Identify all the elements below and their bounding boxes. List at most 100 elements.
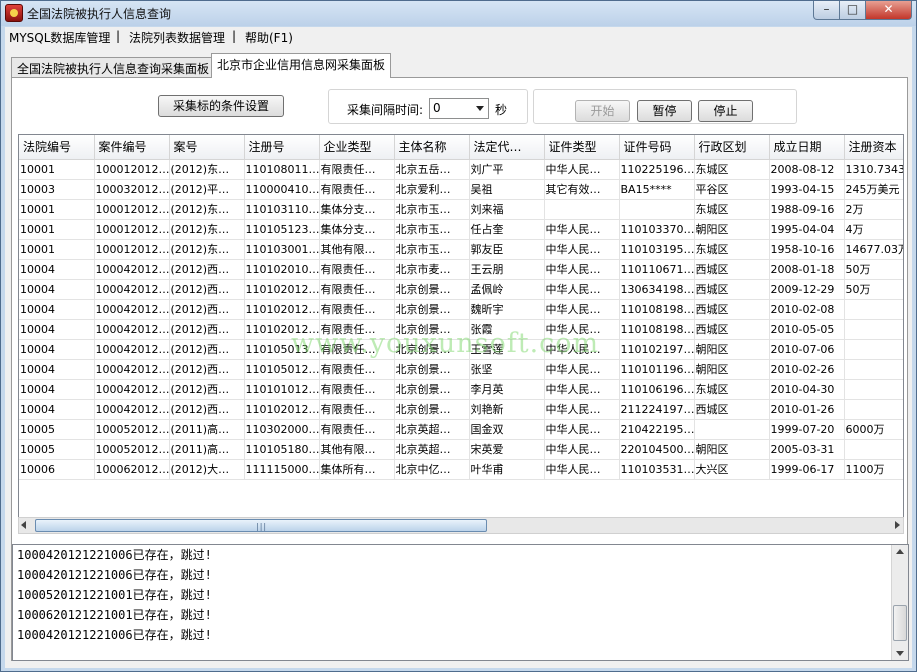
table-cell: 魏昕宇: [469, 299, 545, 320]
column-header[interactable]: 企业类型: [319, 135, 395, 160]
table-cell: 有限责任…: [319, 379, 395, 400]
table-cell: 张坚: [469, 359, 545, 380]
data-grid[interactable]: 法院编号 案件编号 案号 注册号 企业类型 主体名称 法定代… 证件类型 证件号码 行政区划 成立日…: [18, 134, 904, 525]
menu-help[interactable]: 帮助(F1): [245, 29, 293, 46]
table-row[interactable]: 10001 100012012… (2012)东… 110103110… 集体分支… 北京…: [19, 199, 903, 220]
table-cell: 任占奎: [469, 219, 545, 240]
table-row[interactable]: 10004 100042012… (2012)西… 110102012… 有限责任… 北京…: [19, 399, 903, 420]
scroll-down-icon[interactable]: [896, 651, 904, 656]
table-cell: 中华人民…: [544, 239, 620, 260]
table-cell: (2012)西…: [169, 299, 245, 320]
column-header[interactable]: 行政区划: [694, 135, 770, 160]
minimize-button[interactable]: –: [813, 1, 840, 20]
header-row: 法院编号 案件编号 案号 注册号 企业类型 主体名称 法定代… 证件类型 证件号码 行政区划 成立日…: [19, 135, 903, 160]
table-cell: 100052012…: [94, 439, 170, 460]
column-header[interactable]: 法定代…: [469, 135, 545, 160]
table-cell: 110108198…: [619, 319, 695, 340]
table-cell: 孟佩岭: [469, 279, 545, 300]
column-header[interactable]: 法院编号: [19, 135, 95, 160]
table-cell: 10006: [19, 459, 95, 480]
table-cell: (2012)西…: [169, 339, 245, 360]
table-cell: 110103531…: [619, 459, 695, 480]
pause-button[interactable]: 暂停: [637, 100, 692, 122]
log-output[interactable]: 1000420121221006已存在，跳过! 1000420121221006已…: [12, 544, 909, 661]
table-row[interactable]: 10004 100042012… (2012)西… 110102012… 有限责任… 北京…: [19, 279, 903, 300]
table-row[interactable]: 10004 100042012… (2012)西… 110102010… 有限责任… 北京…: [19, 259, 903, 280]
table-cell: 刘广平: [469, 159, 545, 180]
table-cell: 110108198…: [619, 299, 695, 320]
table-cell: 西城区: [694, 259, 770, 280]
column-header[interactable]: 注册号: [244, 135, 320, 160]
log-lines: 1000420121221006已存在，跳过! 1000420121221006已…: [13, 545, 908, 645]
table-row[interactable]: 10005 100052012… (2011)高… 110105180… 其他有限… 北京…: [19, 439, 903, 460]
table-row[interactable]: 10001 100012012… (2012)东… 110105123… 集体分支… 北京…: [19, 219, 903, 240]
table-cell: 张霞: [469, 319, 545, 340]
table-cell: 有限责任…: [319, 399, 395, 420]
table-cell: 110106196…: [619, 379, 695, 400]
vertical-scroll-thumb[interactable]: [893, 605, 907, 641]
stop-button[interactable]: 停止: [698, 100, 753, 122]
table-cell: 1988-09-16: [769, 199, 845, 220]
menu-mysql[interactable]: MYSQL数据库管理: [9, 29, 110, 46]
table-cell: 其他有限…: [319, 239, 395, 260]
column-header[interactable]: 证件类型: [544, 135, 620, 160]
table-cell: 中华人民…: [544, 439, 620, 460]
scroll-left-icon[interactable]: [21, 521, 26, 529]
column-header[interactable]: 主体名称: [394, 135, 470, 160]
interval-label: 采集间隔时间:: [347, 103, 424, 117]
scroll-up-icon[interactable]: [896, 549, 904, 554]
table-cell: [844, 439, 903, 460]
table-cell: (2012)西…: [169, 359, 245, 380]
table-cell: [844, 299, 903, 320]
menu-court-list[interactable]: 法院列表数据管理: [129, 29, 225, 46]
column-header[interactable]: 注册资本: [844, 135, 903, 160]
horizontal-scroll-thumb[interactable]: |||: [35, 519, 487, 532]
table-cell: 110103370…: [619, 219, 695, 240]
table-cell: 110102012…: [244, 399, 320, 420]
table-cell: [844, 399, 903, 420]
scroll-right-icon[interactable]: [895, 521, 900, 529]
table-cell: (2012)东…: [169, 199, 245, 220]
horizontal-scrollbar[interactable]: |||: [18, 517, 904, 534]
table-row[interactable]: 10004 100042012… (2012)西… 110102012… 有限责任… 北京…: [19, 299, 903, 320]
column-header[interactable]: 成立日期: [769, 135, 845, 160]
vertical-scrollbar[interactable]: [891, 545, 908, 660]
table-cell: 有限责任…: [319, 259, 395, 280]
table-cell: 110102010…: [244, 259, 320, 280]
title-bar[interactable]: 全国法院被执行人信息查询 – □ ✕: [1, 1, 916, 26]
maximize-button[interactable]: □: [839, 1, 866, 20]
table-row[interactable]: 10003 100032012… (2012)平… 110000410… 有限责任… 北京…: [19, 179, 903, 200]
table-cell: 中华人民…: [544, 259, 620, 280]
table-cell: 东城区: [694, 239, 770, 260]
table-row[interactable]: 10001 100012012… (2012)东… 110108011… 有限责任… 北京…: [19, 159, 903, 180]
table-row[interactable]: 10004 100042012… (2012)西… 110105012… 有限责任… 北京…: [19, 359, 903, 380]
table-cell: 中华人民…: [544, 379, 620, 400]
tab-beijing-credit[interactable]: 北京市企业信用信息网采集面板: [211, 53, 392, 78]
table-cell: 50万: [844, 279, 903, 300]
table-row[interactable]: 10005 100052012… (2011)高… 110302000… 有限责任… 北京…: [19, 419, 903, 440]
column-header[interactable]: 案件编号: [94, 135, 170, 160]
conditions-button[interactable]: 采集标的条件设置: [158, 95, 284, 117]
tab-national-court[interactable]: 全国法院被执行人信息查询采集面板: [11, 57, 216, 77]
table-cell: 中华人民…: [544, 359, 620, 380]
table-cell: 10003: [19, 179, 95, 200]
column-header[interactable]: 案号: [169, 135, 245, 160]
table-row[interactable]: 10004 100042012… (2012)西… 110101012… 有限责任… 北京…: [19, 379, 903, 400]
table-cell: 平谷区: [694, 179, 770, 200]
table-cell: 东城区: [694, 379, 770, 400]
table-cell: 中华人民…: [544, 459, 620, 480]
table-cell: 2005-03-31: [769, 439, 845, 460]
table-cell: 中华人民…: [544, 399, 620, 420]
table-cell: 2010-02-08: [769, 299, 845, 320]
close-button[interactable]: ✕: [865, 1, 912, 20]
start-button[interactable]: 开始: [575, 100, 630, 122]
table-row[interactable]: 10004 100042012… (2012)西… 110105013… 有限责任… 北京…: [19, 339, 903, 360]
menu-separator: |: [116, 29, 121, 43]
interval-select[interactable]: 0: [429, 98, 489, 119]
table-row[interactable]: 10006 100062012… (2012)大… 111115000… 集体所有… 北京…: [19, 459, 903, 480]
table-body: 10001 100012012… (2012)东… 110108011… 有限责任… 北京…: [19, 159, 903, 480]
table-cell: 中华人民…: [544, 319, 620, 340]
table-row[interactable]: 10001 100012012… (2012)东… 110103001… 其他有限… 北京…: [19, 239, 903, 260]
column-header[interactable]: 证件号码: [619, 135, 695, 160]
table-row[interactable]: 10004 100042012… (2012)西… 110102012… 有限责任… 北京…: [19, 319, 903, 340]
